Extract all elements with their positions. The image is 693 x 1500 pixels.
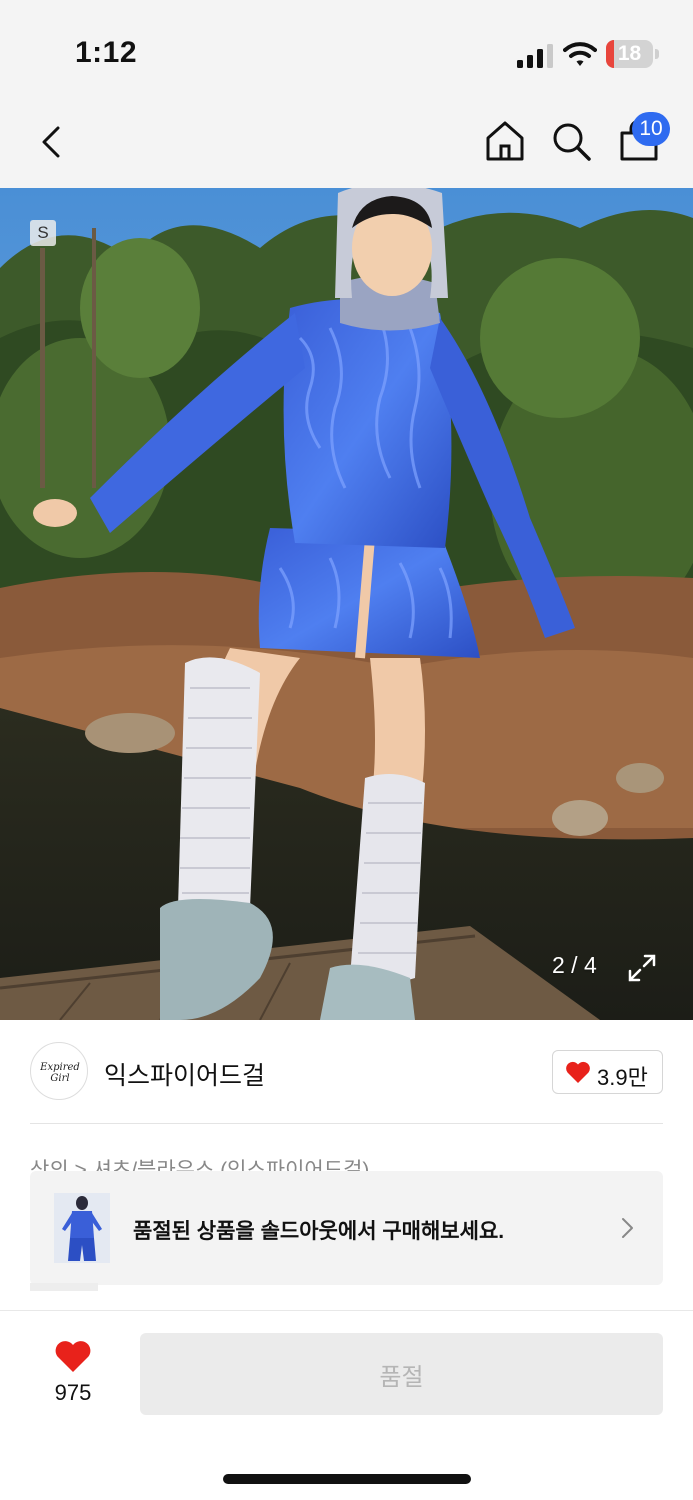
heart-icon (55, 1341, 91, 1372)
image-counter: 2 / 4 (552, 952, 597, 978)
expand-icon[interactable] (626, 952, 658, 984)
wishlist-count: 975 (54, 1380, 92, 1405)
wifi-icon (563, 42, 597, 66)
soldout-product-thumbnail (54, 1193, 110, 1263)
brand-like-button[interactable]: 3.9만 (552, 1050, 663, 1094)
soldout-banner-text: 품절된 상품을 솔드아웃에서 구매해보세요. (133, 1220, 505, 1243)
banner-shadow (30, 1283, 98, 1291)
status-bar: 1:12 18 (0, 0, 693, 100)
status-time: 1:12 (75, 36, 138, 69)
chevron-left-icon[interactable] (30, 120, 74, 164)
brand-row: Expired Girl 익스파이어드걸 3.9만 (30, 1042, 663, 1102)
brand-name[interactable]: 익스파이어드걸 (104, 1056, 265, 1092)
soldout-banner[interactable]: 품절된 상품을 솔드아웃에서 구매해보세요. (30, 1171, 663, 1285)
home-icon[interactable] (482, 118, 528, 164)
buy-button[interactable]: 품절 (140, 1333, 663, 1415)
cart-count-badge: 10 (632, 112, 670, 146)
chevron-right-icon (622, 1218, 633, 1238)
bottom-bar-divider (0, 1310, 693, 1311)
brand-logo[interactable]: Expired Girl (30, 1042, 88, 1100)
battery-level-text: 18 (617, 42, 642, 65)
size-badge: S (30, 220, 56, 246)
cellular-signal-icon (517, 44, 553, 68)
search-icon[interactable] (548, 118, 594, 164)
battery-indicator: 18 (606, 40, 659, 68)
wishlist-button[interactable]: 975 (40, 1336, 106, 1416)
divider (30, 1123, 663, 1124)
product-image[interactable] (0, 188, 693, 1020)
heart-icon (566, 1061, 590, 1083)
brand-logo-text: Expired Girl (40, 1062, 80, 1084)
top-navigation-bar (0, 100, 693, 188)
brand-like-count: 3.9만 (597, 1065, 648, 1090)
home-indicator (223, 1474, 471, 1484)
